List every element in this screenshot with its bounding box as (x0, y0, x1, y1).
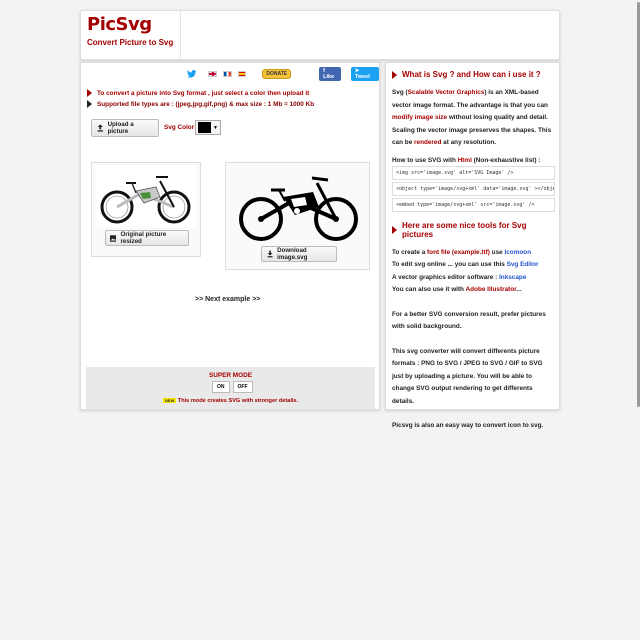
code-example-embed[interactable]: <embed type='image/svg+xml' src='image.s… (392, 197, 555, 212)
upload-icon (97, 124, 103, 132)
upload-label: Upload a picture (107, 121, 134, 135)
converter-panel: DONATE f Like ➤ Tweet To convert a pictu… (80, 62, 380, 410)
flag-spain-icon[interactable] (237, 71, 247, 77)
flag-uk-icon[interactable] (208, 71, 218, 77)
intro-text-2: Supported file types are : (jpeg,jpg,gif… (97, 100, 315, 108)
tools-list: To create a font file (example.ttf) use … (392, 247, 555, 297)
code-example-img[interactable]: <img src='image.svg' alt='SVG Image' /> (392, 165, 555, 180)
image-icon (110, 234, 117, 242)
chevron-down-icon: ▼ (213, 124, 218, 131)
svg-editor-link[interactable]: Svg Editor (507, 261, 539, 268)
text-highlight: rendered (414, 139, 442, 146)
download-svg-button[interactable]: Download image.svg (261, 246, 337, 262)
text: You can also use it with (392, 286, 466, 293)
logo-subtitle: Convert Picture to Svg (87, 38, 174, 47)
text: use (489, 248, 505, 256)
svg-result-box: Download image.svg (225, 162, 370, 270)
tip-paragraph: For a better SVG conversion result, pref… (392, 310, 546, 331)
facebook-like-button[interactable]: f Like (319, 67, 341, 81)
tweet-button[interactable]: ➤ Tweet (350, 67, 380, 81)
tool-line-editor: To edit svg online ... you can use this … (392, 259, 555, 272)
super-mode-off-button[interactable]: OFF (232, 381, 253, 393)
howto-line: How to use SVG with Html (Non-exhaustive… (392, 157, 555, 164)
icomoon-link[interactable]: Icomoon (504, 249, 531, 256)
text-highlight: font file (example.ttf) (427, 248, 490, 256)
super-mode-section: SUPER MODE ON OFF NEW This mode creates … (86, 367, 375, 409)
text: A vector graphics editor software : (392, 273, 500, 281)
tool-line-illustrator: You can also use it with Adobe Illustrat… (392, 284, 555, 297)
tool-line-font: To create a font file (example.ttf) use … (392, 247, 555, 260)
super-mode-toggle: ON OFF (212, 381, 253, 393)
intro-text-1: To convert a picture into Svg format , j… (97, 89, 310, 97)
page: PicSvg Convert Picture to Svg DONATE f L… (0, 0, 640, 640)
info-panel: What is Svg ? and How can i use it ? Svg… (385, 62, 560, 429)
intro-line-2: Supported file types are : (jpeg,jpg,gif… (87, 100, 314, 108)
flag-france-icon[interactable] (223, 71, 232, 77)
converter-paragraph: This svg converter will convert differen… (392, 347, 543, 405)
tools-title: Here are some nice tools for Svg picture… (402, 220, 527, 239)
text-highlight: modify image size (392, 114, 448, 121)
text: To edit svg online ... you can use this (392, 261, 507, 268)
text: To create a (392, 248, 428, 256)
text: ... (516, 286, 522, 293)
super-mode-on-button[interactable]: ON (212, 381, 230, 393)
triangle-bullet-icon (392, 225, 397, 234)
bike-photo-icon (100, 176, 191, 224)
what-is-svg-title: What is Svg ? and How can i use it ? (402, 70, 541, 79)
original-picture (96, 165, 196, 227)
text-highlight: Scalable Vector Graphics (407, 89, 485, 96)
text: How to use SVG with (392, 156, 458, 164)
inkscape-link[interactable]: Inkscape (499, 274, 526, 281)
scrollbar[interactable] (636, 0, 640, 640)
bike-svg-icon (239, 176, 358, 241)
original-image-box: Original picture resized (91, 162, 201, 257)
header: PicSvg Convert Picture to Svg (80, 10, 560, 60)
code-example-object[interactable]: <object type='image/svg+xml' data='image… (392, 181, 555, 196)
svg-color-picker[interactable]: ▼ (195, 120, 221, 135)
social-bar: DONATE f Like ➤ Tweet (187, 67, 380, 81)
icon-paragraph: Picsvg is also an easy way to convert ic… (392, 422, 544, 429)
text: (Non-exhaustive list) : (471, 156, 541, 164)
upload-button[interactable]: Upload a picture (91, 119, 159, 137)
download-label: Download image.svg (277, 247, 308, 261)
triangle-bullet-icon (87, 89, 92, 97)
logo[interactable]: PicSvg Convert Picture to Svg (81, 11, 181, 59)
tools-heading: Here are some nice tools for Svg picture… (392, 221, 555, 239)
text: Svg ( (392, 89, 408, 96)
tweet-label: Tweet (354, 74, 370, 80)
next-example-link[interactable]: >> Next example >> (195, 296, 260, 303)
super-mode-title: SUPER MODE (209, 372, 252, 379)
original-picture-label: Original picture resized (120, 231, 167, 245)
text-highlight: Html (457, 156, 472, 164)
color-swatch (198, 122, 211, 133)
twitter-icon[interactable] (187, 70, 197, 78)
super-mode-note-line: NEW This mode creates SVG with stronger … (86, 398, 375, 404)
text: at any resolution. (441, 139, 497, 146)
like-label: Like (323, 74, 335, 80)
triangle-bullet-icon (392, 70, 397, 79)
svg-description: Svg (Scalable Vector Graphics) is an XML… (392, 87, 555, 150)
logo-title: PicSvg (87, 14, 152, 35)
donate-button[interactable]: DONATE (262, 69, 292, 79)
intro-line-1: To convert a picture into Svg format , j… (87, 89, 309, 97)
download-icon (267, 250, 273, 258)
svg-color-label: Svg Color (164, 124, 195, 131)
triangle-bullet-icon (87, 100, 92, 108)
original-picture-button[interactable]: Original picture resized (105, 230, 189, 246)
text-highlight: Adobe Illustrator (465, 286, 517, 293)
what-is-svg-heading: What is Svg ? and How can i use it ? (392, 70, 555, 79)
super-mode-note: This mode creates SVG with stronger deta… (177, 398, 299, 404)
new-badge: NEW (162, 398, 177, 403)
tool-line-inkscape: A vector graphics editor software : Inks… (392, 272, 555, 285)
